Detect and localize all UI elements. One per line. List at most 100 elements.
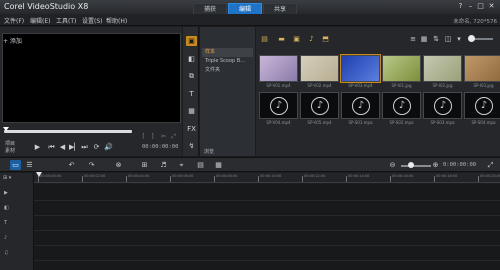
subtitle-editor-icon[interactable]: ▤	[195, 160, 206, 170]
menu-settings[interactable]: 设置(S)	[82, 16, 103, 25]
media-thumbnail[interactable]	[300, 55, 339, 82]
media-thumbnail[interactable]: ♪	[300, 92, 339, 119]
list-view-icon[interactable]: ≡	[409, 35, 417, 43]
timeline-zoom-slider[interactable]	[401, 165, 431, 167]
motion-tracking-icon[interactable]: ⌖	[176, 160, 187, 170]
import-media-icon[interactable]: ⬒	[321, 35, 330, 43]
media-thumbnail-label: SP-S03.mpa	[430, 120, 455, 125]
browse-button[interactable]: 浏览	[204, 148, 214, 155]
auto-music-icon[interactable]: ♬	[158, 160, 169, 170]
media-thumbnail[interactable]	[382, 55, 421, 82]
mode-clip-label[interactable]: 素材	[5, 147, 15, 154]
folder-item[interactable]: Triple Scoop B...	[202, 57, 253, 66]
maximize-icon[interactable]: □	[476, 2, 485, 11]
mode-project-label[interactable]: 项目	[5, 140, 15, 147]
minimize-icon[interactable]: –	[466, 2, 475, 11]
media-thumbnail[interactable]	[464, 55, 500, 82]
track-head-video[interactable]: ▶	[4, 188, 30, 198]
media-thumbnail[interactable]: ♪	[341, 92, 380, 119]
redo-icon[interactable]: ↷	[86, 160, 97, 170]
menu-edit[interactable]: 编辑(E)	[30, 16, 50, 25]
ruler-label: 00:00:10:00	[260, 174, 282, 178]
tab-capture[interactable]: 捕获	[193, 3, 227, 14]
scrub-knob[interactable]	[3, 127, 9, 131]
show-videos-icon[interactable]: ▬	[277, 35, 286, 43]
graphics-icon[interactable]: ▦	[186, 106, 197, 116]
mark-in-icon[interactable]: [	[140, 133, 147, 140]
fit-icon[interactable]: ◫	[444, 35, 452, 43]
media-thumbnail[interactable]: ♪	[423, 92, 462, 119]
media-thumbnail-label: SP-V03.mp4	[348, 83, 373, 88]
timeline-duration: 0:00:00:00	[443, 162, 477, 168]
track-area[interactable]	[34, 184, 500, 270]
media-thumbnail[interactable]	[423, 55, 462, 82]
ruler-tick	[302, 176, 303, 182]
transition-icon[interactable]: ⧉	[186, 71, 197, 81]
enlarge-preview-icon[interactable]: ⤢	[170, 133, 177, 140]
track-head-title[interactable]: T	[4, 218, 30, 228]
track-head-overlay[interactable]: ◧	[4, 203, 30, 213]
audio-note-icon: ♪	[270, 97, 288, 115]
zoom-out-icon[interactable]: ⊖	[387, 160, 398, 170]
menu-tools[interactable]: 工具(T)	[56, 16, 76, 25]
ruler-tick	[170, 176, 171, 182]
ruler-label: 00:00:08:00	[216, 174, 238, 178]
media-library-icon[interactable]: ▣	[186, 36, 197, 46]
media-thumbnail[interactable]	[341, 55, 380, 82]
import-folder-icon[interactable]: ▤	[260, 35, 269, 43]
preview-timecode[interactable]: 00:00:00:00	[142, 144, 178, 150]
media-thumbnail-label: SP-S02.mpa	[389, 120, 414, 125]
menu-help[interactable]: 帮助(H)	[106, 16, 127, 25]
scrub-bar[interactable]	[4, 130, 132, 133]
repeat-button[interactable]: ⟳	[92, 143, 101, 151]
help-icon[interactable]: ?	[456, 2, 465, 11]
folder-panel	[200, 27, 255, 156]
timeline-zoom-knob[interactable]	[408, 162, 414, 168]
next-frame-icon[interactable]: ▶▏	[69, 143, 80, 151]
tab-edit[interactable]: 编辑	[228, 3, 262, 14]
media-thumbnail[interactable]	[259, 55, 298, 82]
sound-mixer-icon[interactable]: ⊞	[139, 160, 150, 170]
play-button[interactable]: ▶	[33, 143, 42, 151]
split-clip-icon[interactable]: ✂	[160, 133, 167, 140]
playhead[interactable]	[36, 172, 42, 177]
thumbnail-view-icon[interactable]: ▦	[420, 35, 428, 43]
storyboard-view-icon[interactable]: ▭	[10, 160, 21, 170]
path-icon[interactable]: ↯	[186, 141, 197, 151]
zoom-in-icon[interactable]: ⊕	[430, 160, 441, 170]
track-head-voice[interactable]: ♪	[4, 233, 30, 243]
multi-camera-icon[interactable]: ▦	[213, 160, 224, 170]
mark-out-icon[interactable]: ]	[149, 133, 156, 140]
media-thumbnail[interactable]: ♪	[259, 92, 298, 119]
record-capture-icon[interactable]: ⊗	[113, 160, 124, 170]
menu-file[interactable]: 文件(F)	[4, 16, 24, 25]
show-photos-icon[interactable]: ▣	[292, 35, 301, 43]
options-icon[interactable]: ▾	[455, 35, 463, 43]
add-folder-button[interactable]: + 添加	[3, 36, 22, 45]
home-button[interactable]: ⏮	[47, 143, 56, 151]
fit-project-icon[interactable]: ⤢	[485, 160, 496, 170]
media-thumbnail-label: SP-I02.jpg	[432, 83, 453, 88]
media-thumbnail-label: SP-V02.mp4	[307, 83, 332, 88]
volume-button[interactable]: 🔊	[104, 143, 113, 151]
instant-project-icon[interactable]: ◧	[186, 54, 197, 64]
folder-item[interactable]: 样本	[202, 48, 253, 57]
media-thumbnail[interactable]: ♪	[464, 92, 500, 119]
title-icon[interactable]: T	[186, 89, 197, 99]
audio-note-icon: ♪	[434, 97, 452, 115]
timeline-view-icon[interactable]: ☰	[24, 160, 35, 170]
close-icon[interactable]: ✕	[487, 2, 496, 11]
undo-icon[interactable]: ↶	[66, 160, 77, 170]
sort-icon[interactable]: ⇅	[432, 35, 440, 43]
thumbnail-zoom-knob[interactable]	[468, 35, 475, 42]
filter-icon[interactable]: FX	[186, 124, 197, 134]
all-tracks-toggle[interactable]: ⊞ ▾	[3, 175, 11, 181]
show-audio-icon[interactable]: ♪	[307, 35, 316, 43]
media-thumbnail[interactable]: ♪	[382, 92, 421, 119]
tab-share[interactable]: 共享	[263, 3, 297, 14]
track-head-music[interactable]: ♫	[4, 248, 30, 258]
track-lane	[34, 230, 500, 231]
end-button[interactable]: ⏭	[80, 143, 89, 151]
folder-item[interactable]: 文件夹	[202, 66, 253, 75]
prev-frame-button[interactable]: ◀	[58, 143, 67, 151]
